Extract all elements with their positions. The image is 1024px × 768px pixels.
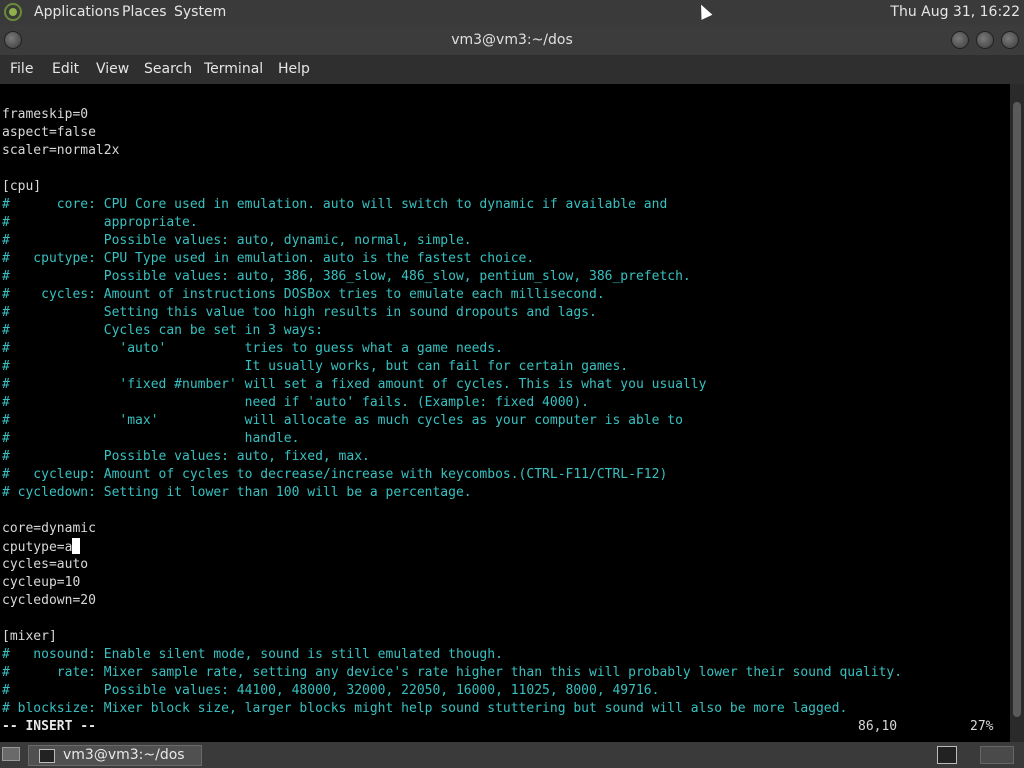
places-menu[interactable]: Places bbox=[122, 4, 167, 20]
line-text: cycledown=20 bbox=[2, 593, 96, 608]
config-line: cputype=a bbox=[2, 538, 81, 556]
config-line: cycledown=20 bbox=[2, 592, 96, 610]
line-text: cycles=auto bbox=[2, 557, 89, 572]
line-text: # handle. bbox=[2, 431, 300, 446]
config-comment-line: # Cycles can be set in 3 ways: bbox=[2, 322, 323, 340]
system-menu[interactable]: System bbox=[174, 4, 226, 20]
line-text: # cycledown: Setting it lower than 100 w… bbox=[2, 485, 472, 500]
config-comment-line: # Possible values: auto, dynamic, normal… bbox=[2, 232, 472, 250]
line-text: # Possible values: auto, fixed, max. bbox=[2, 449, 370, 464]
line-text: # Possible values: auto, 386, 386_slow, … bbox=[2, 269, 691, 284]
taskbar-task-label: vm3@vm3:~/dos bbox=[63, 747, 185, 763]
config-line: frameskip=0 bbox=[2, 106, 88, 124]
menu-edit[interactable]: Edit bbox=[52, 61, 79, 77]
config-comment-line: # nosound: Enable silent mode, sound is … bbox=[2, 646, 503, 664]
terminal-scrollbar[interactable] bbox=[1010, 84, 1024, 742]
config-comment-line: # 'max' will allocate as much cycles as … bbox=[2, 412, 683, 430]
config-comment-line: # 'auto' tries to guess what a game need… bbox=[2, 340, 503, 358]
line-text: # blocksize: Mixer block size, larger bl… bbox=[2, 701, 848, 716]
line-text: frameskip=0 bbox=[2, 107, 89, 122]
config-comment-line: # handle. bbox=[2, 430, 299, 448]
config-comment-line: # Setting this value too high results in… bbox=[2, 304, 597, 322]
config-line: scaler=normal2x bbox=[2, 142, 119, 160]
config-comment-line: # 'fixed #number' will set a fixed amoun… bbox=[2, 376, 706, 394]
config-line: cycles=auto bbox=[2, 556, 88, 574]
menu-search[interactable]: Search bbox=[144, 61, 192, 77]
line-text: [cpu] bbox=[2, 179, 42, 194]
line-text: cputype=a bbox=[2, 540, 73, 555]
window-titlebar[interactable]: vm3@vm3:~/dos bbox=[0, 25, 1024, 55]
line-text: [mixer] bbox=[2, 629, 57, 644]
minimize-button[interactable] bbox=[951, 31, 969, 49]
distro-logo-icon[interactable] bbox=[4, 3, 22, 21]
line-text: core=dynamic bbox=[2, 521, 96, 536]
cursor-position: 86,10 bbox=[858, 719, 898, 734]
config-line: [mixer] bbox=[2, 628, 57, 646]
config-comment-line: # appropriate. bbox=[2, 214, 198, 232]
config-comment-line: # cycleup: Amount of cycles to decrease/… bbox=[2, 466, 667, 484]
config-line: [cpu] bbox=[2, 178, 41, 196]
config-comment-line: # It usually works, but can fail for cer… bbox=[2, 358, 628, 376]
menu-help[interactable]: Help bbox=[278, 61, 310, 77]
line-text: # cycles: Amount of instructions DOSBox … bbox=[2, 287, 605, 302]
line-text: # 'fixed #number' will set a fixed amoun… bbox=[2, 377, 707, 392]
line-text: # Cycles can be set in 3 ways: bbox=[2, 323, 323, 338]
config-comment-line: # Possible values: 44100, 48000, 32000, … bbox=[2, 682, 659, 700]
config-comment-line: # blocksize: Mixer block size, larger bl… bbox=[2, 700, 847, 718]
line-text: # 'max' will allocate as much cycles as … bbox=[2, 413, 683, 428]
terminal-area[interactable]: frameskip=0 aspect=false scaler=normal2x [c… bbox=[0, 84, 1010, 742]
line-text: # Setting this value too high results in… bbox=[2, 305, 597, 320]
bottom-panel: vm3@vm3:~/dos bbox=[0, 742, 1024, 768]
file-percent: 27% bbox=[970, 719, 994, 734]
applications-menu[interactable]: Applications bbox=[34, 4, 120, 20]
line-text: # Possible values: auto, dynamic, normal… bbox=[2, 233, 472, 248]
line-text: # need if 'auto' fails. (Example: fixed … bbox=[2, 395, 589, 410]
menu-file[interactable]: File bbox=[10, 61, 33, 77]
text-cursor bbox=[72, 538, 81, 554]
config-comment-line: # Possible values: auto, fixed, max. bbox=[2, 448, 370, 466]
line-text: # appropriate. bbox=[2, 215, 198, 230]
config-line: aspect=false bbox=[2, 124, 96, 142]
menu-view[interactable]: View bbox=[96, 61, 129, 77]
line-text: # cycleup: Amount of cycles to decrease/… bbox=[2, 467, 668, 482]
config-comment-line: # rate: Mixer sample rate, setting any d… bbox=[2, 664, 902, 682]
terminal-icon bbox=[39, 749, 55, 763]
taskbar-terminal-button[interactable]: vm3@vm3:~/dos bbox=[28, 745, 202, 766]
line-text: cycleup=10 bbox=[2, 575, 81, 590]
line-text: aspect=false bbox=[2, 125, 96, 140]
config-comment-line: # need if 'auto' fails. (Example: fixed … bbox=[2, 394, 589, 412]
config-line: core=dynamic bbox=[2, 520, 96, 538]
line-text: # cputype: CPU Type used in emulation. a… bbox=[2, 251, 535, 266]
workspace-indicator[interactable] bbox=[980, 746, 1014, 764]
scrollbar-thumb[interactable] bbox=[1013, 102, 1021, 717]
config-comment-line: # cycledown: Setting it lower than 100 w… bbox=[2, 484, 472, 502]
config-line: cycleup=10 bbox=[2, 574, 80, 592]
config-comment-line: # Possible values: auto, 386, 386_slow, … bbox=[2, 268, 691, 286]
panel-clock[interactable]: Thu Aug 31, 16:22 bbox=[890, 4, 1020, 20]
config-comment-line: # cycles: Amount of instructions DOSBox … bbox=[2, 286, 605, 304]
config-comment-line: # cputype: CPU Type used in emulation. a… bbox=[2, 250, 534, 268]
maximize-button[interactable] bbox=[976, 31, 994, 49]
line-text: # It usually works, but can fail for cer… bbox=[2, 359, 629, 374]
vim-mode-indicator: -- INSERT -- bbox=[2, 719, 96, 734]
line-text: # Possible values: 44100, 48000, 32000, … bbox=[2, 683, 660, 698]
window-title: vm3@vm3:~/dos bbox=[451, 32, 573, 48]
line-text: scaler=normal2x bbox=[2, 143, 120, 158]
menu-terminal[interactable]: Terminal bbox=[204, 61, 263, 77]
config-comment-line: # core: CPU Core used in emulation. auto… bbox=[2, 196, 667, 214]
terminal-menubar: File Edit View Search Terminal Help bbox=[0, 55, 1024, 84]
line-text: # nosound: Enable silent mode, sound is … bbox=[2, 647, 503, 662]
workspace-switcher-icon[interactable] bbox=[937, 746, 957, 764]
close-button[interactable] bbox=[1001, 31, 1019, 49]
top-panel: Applications Places System Thu Aug 31, 1… bbox=[0, 0, 1024, 25]
show-desktop-icon[interactable] bbox=[2, 747, 20, 761]
line-text: # core: CPU Core used in emulation. auto… bbox=[2, 197, 668, 212]
line-text: # 'auto' tries to guess what a game need… bbox=[2, 341, 503, 356]
line-text: # rate: Mixer sample rate, setting any d… bbox=[2, 665, 903, 680]
